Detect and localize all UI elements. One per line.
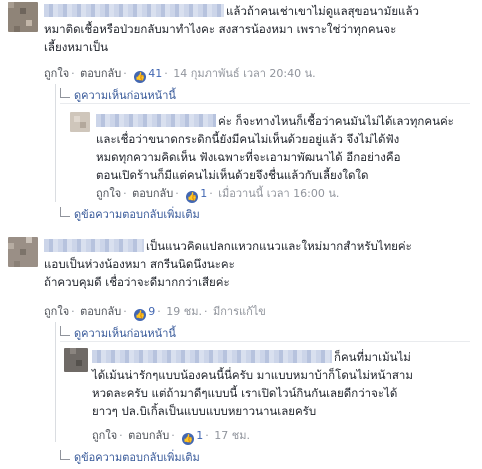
- reply-link[interactable]: ตอบกลับ: [80, 67, 121, 80]
- reply-arrow-icon: [60, 450, 70, 460]
- like-count[interactable]: 1: [196, 429, 203, 442]
- thumbs-up-icon: 👍: [186, 191, 199, 203]
- comment-text: แล้วถ้าคนเช่าเขาไม่ดูแลสุขอนามัยแล้ว: [44, 2, 419, 20]
- comment-text: หมาติดเชื้อหรือป่วยกลับมาทำไงคะ สงสารน้อ…: [44, 22, 397, 36]
- divider: [60, 341, 470, 342]
- comment-text: ได้เม้นน่ารักๆแบบน้องคนนี้นี่ครับ มาแบบห…: [92, 368, 413, 382]
- divider: [60, 103, 470, 104]
- timestamp[interactable]: 17 ชม.: [214, 429, 250, 442]
- avatar[interactable]: [70, 112, 90, 132]
- comment-text: ก็คนที่มาเม้นไม่: [92, 348, 411, 366]
- thumbs-up-icon: 👍: [134, 71, 147, 83]
- reply-link[interactable]: ตอบกลับ: [80, 305, 121, 318]
- comment-actions: ถูกใจ · ตอบกลับ · 👍 1 · เมื่อวานนี้ เวลา 16:…: [96, 187, 340, 203]
- thumbs-up-icon: 👍: [134, 309, 147, 321]
- like-count[interactable]: 1: [200, 187, 207, 200]
- timestamp[interactable]: เมื่อวานนี้ เวลา 16:00 น.: [218, 187, 339, 200]
- comment-actions: ถูกใจ · ตอบกลับ · 👍 41 · 14 กุมภาพันธ์ เวลา …: [44, 67, 316, 83]
- like-link[interactable]: ถูกใจ: [44, 67, 69, 80]
- commenter-name[interactable]: [44, 239, 144, 252]
- comment-text: หวดละครับ แต่ถ้ามาดีๆแบบนี้ เราเปิดไวน์ก…: [92, 386, 398, 400]
- avatar[interactable]: [64, 348, 88, 372]
- edited-label[interactable]: มีการแก้ไข: [213, 305, 266, 318]
- timestamp[interactable]: 14 กุมภาพันธ์ เวลา 20:40 น.: [173, 67, 315, 80]
- timestamp[interactable]: 19 ชม.: [166, 305, 202, 318]
- commenter-name[interactable]: [96, 114, 216, 127]
- comment-text: หมดทุกความคิดเห็น ฟังเฉพาะที่จะเอามาพัฒน…: [96, 150, 401, 164]
- thread-line: [55, 322, 56, 442]
- comment-text: ยาวๆ ปล.บิเกิ้ลเป็นแบบแบบหยาวนานเลยครับ: [92, 404, 317, 418]
- reply-arrow-icon: [60, 326, 70, 336]
- thread-line: [55, 84, 56, 202]
- reply-arrow-icon: [60, 207, 70, 217]
- like-count[interactable]: 41: [148, 67, 162, 80]
- like-link[interactable]: ถูกใจ: [92, 429, 117, 442]
- view-previous-link[interactable]: ดูความเห็นก่อนหน้านี้: [60, 88, 176, 103]
- view-more-replies-link[interactable]: ดูข้อความตอบกลับเพิ่มเติม: [60, 450, 200, 465]
- reply-link[interactable]: ตอบกลับ: [128, 429, 169, 442]
- comment-text: ตอนเปิดร้านก็มีแต่คนไม่เห็นด้วยจึงชื่นแล…: [96, 168, 369, 182]
- commenter-name[interactable]: [44, 4, 224, 17]
- view-more-replies-link[interactable]: ดูข้อความตอบกลับเพิ่มเติม: [60, 207, 200, 222]
- like-count[interactable]: 9: [148, 305, 155, 318]
- like-link[interactable]: ถูกใจ: [44, 305, 69, 318]
- comment-text: ถ้าควบคุมดี เชื่อว่าจะดีมากกว่าเสียค่ะ: [44, 275, 230, 289]
- comment-actions: ถูกใจ · ตอบกลับ · 👍 1 · 17 ชม.: [92, 429, 250, 445]
- commenter-name[interactable]: [92, 350, 332, 363]
- comment-text: และเชื่อว่าขนาดกระดิกนี้ยังมีคนไม่เห็นด้…: [96, 132, 400, 146]
- comment-text: เลี้ยงหมาเป็น: [44, 40, 109, 54]
- avatar[interactable]: [8, 237, 38, 267]
- reply-link[interactable]: ตอบกลับ: [132, 187, 173, 200]
- avatar[interactable]: [8, 2, 38, 32]
- reply-arrow-icon: [60, 88, 70, 98]
- comment-text: ค่ะ ก็จะทางไหนก็เชื้อว่าคนมันไม่ได้เลวทุ…: [96, 112, 454, 130]
- comment-text: แอบเป็นห่วงน้องหมา สกรีนนิดนึงนะคะ: [44, 257, 235, 271]
- like-link[interactable]: ถูกใจ: [96, 187, 121, 200]
- comment-text: เป็นแนวคิดแปลกแหวกแนวและใหม่มากสำหรับไทย…: [44, 237, 412, 255]
- view-previous-link[interactable]: ดูความเห็นก่อนหน้านี้: [60, 326, 176, 341]
- thumbs-up-icon: 👍: [182, 433, 195, 445]
- comment-actions: ถูกใจ · ตอบกลับ · 👍 9 · 19 ชม. · มีการแก้ไข: [44, 305, 266, 321]
